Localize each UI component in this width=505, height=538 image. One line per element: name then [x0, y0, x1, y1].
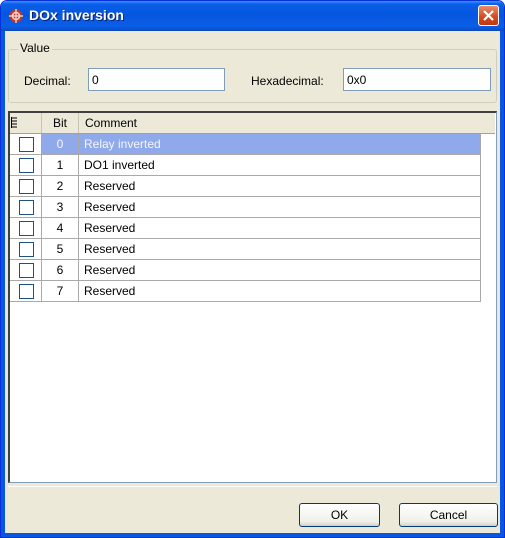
footer-divider: [8, 486, 497, 487]
dialog-window: DOx inversion Value Decimal: Hexadecimal…: [0, 0, 505, 538]
window-border-bottom: [1, 533, 504, 537]
table-row[interactable]: 7 Reserved: [10, 281, 481, 302]
comment-cell: Reserved: [79, 281, 481, 302]
bit-cell: 0: [42, 134, 79, 155]
bit-cell: 7: [42, 281, 79, 302]
value-group-title: Value: [18, 41, 52, 55]
decimal-label: Decimal:: [24, 74, 71, 88]
close-button[interactable]: [478, 5, 499, 26]
bit-cell: 3: [42, 197, 79, 218]
table-row[interactable]: 6 Reserved: [10, 260, 481, 281]
title-bar[interactable]: DOx inversion: [1, 1, 504, 31]
hexadecimal-input[interactable]: [343, 68, 491, 91]
bit-cell: 4: [42, 218, 79, 239]
comment-cell: Reserved: [79, 239, 481, 260]
table-row[interactable]: 1 DO1 inverted: [10, 155, 481, 176]
decimal-input[interactable]: [88, 68, 225, 91]
bit-checkbox[interactable]: [19, 200, 34, 215]
app-icon: [9, 9, 23, 23]
row-checkbox-cell: [10, 260, 42, 281]
table-row[interactable]: 0 Relay inverted: [10, 134, 481, 155]
bits-grid[interactable]: Bit Comment 0 Relay inverted 1 DO1 inverted…: [8, 111, 497, 483]
bit-checkbox[interactable]: [19, 179, 34, 194]
row-checkbox-cell: [10, 134, 42, 155]
row-checkbox-cell: [10, 176, 42, 197]
cancel-button[interactable]: Cancel: [399, 503, 498, 527]
grid-header: Bit Comment: [10, 113, 495, 134]
bit-cell: 1: [42, 155, 79, 176]
bit-checkbox[interactable]: [19, 221, 34, 236]
window-title: DOx inversion: [29, 7, 124, 23]
comment-cell: Reserved: [79, 176, 481, 197]
comment-cell: Reserved: [79, 197, 481, 218]
column-header-comment[interactable]: Comment: [79, 113, 495, 133]
column-header-select[interactable]: [10, 113, 42, 133]
comment-cell: DO1 inverted: [79, 155, 481, 176]
row-checkbox-cell: [10, 197, 42, 218]
row-checkbox-cell: [10, 155, 42, 176]
bit-cell: 5: [42, 239, 79, 260]
comment-cell: Reserved: [79, 218, 481, 239]
column-chooser-icon: [11, 117, 17, 128]
table-row[interactable]: 3 Reserved: [10, 197, 481, 218]
bit-checkbox[interactable]: [19, 263, 34, 278]
window-border-left: [1, 31, 5, 537]
bit-checkbox[interactable]: [19, 284, 34, 299]
bit-cell: 6: [42, 260, 79, 281]
comment-cell: Relay inverted: [79, 134, 481, 155]
bit-checkbox[interactable]: [19, 137, 34, 152]
comment-cell: Reserved: [79, 260, 481, 281]
bit-cell: 2: [42, 176, 79, 197]
table-row[interactable]: 4 Reserved: [10, 218, 481, 239]
row-checkbox-cell: [10, 218, 42, 239]
ok-button[interactable]: OK: [299, 503, 380, 527]
column-header-bit[interactable]: Bit: [42, 113, 79, 133]
row-checkbox-cell: [10, 281, 42, 302]
table-row[interactable]: 2 Reserved: [10, 176, 481, 197]
table-row[interactable]: 5 Reserved: [10, 239, 481, 260]
bit-checkbox[interactable]: [19, 242, 34, 257]
window-border-right: [500, 31, 504, 537]
hexadecimal-label: Hexadecimal:: [251, 74, 324, 88]
row-checkbox-cell: [10, 239, 42, 260]
close-icon: [483, 10, 494, 21]
bit-checkbox[interactable]: [19, 158, 34, 173]
